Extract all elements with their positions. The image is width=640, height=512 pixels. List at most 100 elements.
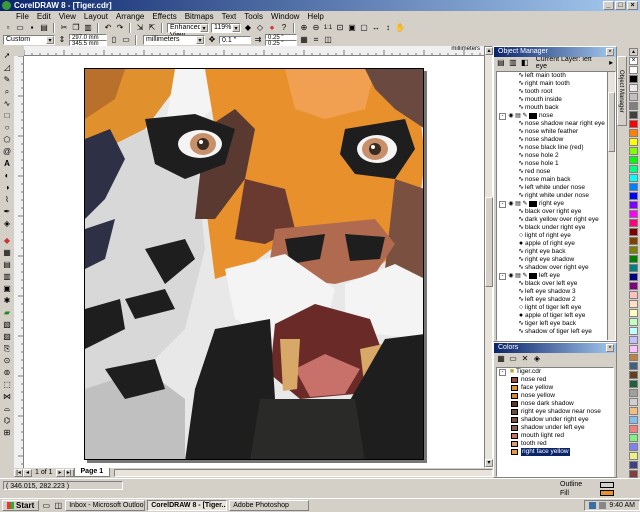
palette-swatch[interactable] — [629, 263, 638, 272]
palette-swatch[interactable] — [629, 245, 638, 254]
zoom-out-icon[interactable]: ⊖ — [311, 23, 321, 33]
palette-swatch[interactable] — [629, 254, 638, 263]
palette-swatch[interactable] — [629, 66, 638, 74]
palette-swatch[interactable] — [629, 119, 638, 128]
print-icon[interactable]: ▤ — [515, 273, 521, 279]
shape-tool-icon[interactable]: ◿ — [2, 62, 13, 73]
color-styles-icon[interactable]: ◈ — [532, 354, 542, 364]
cut-icon[interactable]: ✂ — [59, 23, 69, 33]
contour-icon[interactable]: ⊚ — [2, 367, 13, 378]
pan-icon[interactable]: ✋ — [395, 23, 405, 33]
snap-to-guidelines-icon[interactable]: ⌗ — [311, 35, 321, 45]
object-tree-scrollbar[interactable] — [607, 72, 615, 340]
maximize-button[interactable]: □ — [615, 1, 626, 10]
palette-swatch[interactable] — [629, 272, 638, 281]
palette-swatch[interactable] — [629, 218, 638, 227]
color-style-row[interactable]: right face yellow — [497, 448, 613, 456]
palette-swatch[interactable] — [629, 443, 638, 452]
snap-to-objects-icon[interactable]: ◫ — [323, 35, 333, 45]
scroll-up-icon[interactable]: ▴ — [485, 47, 493, 55]
scrapbook-icon[interactable]: ▰ — [2, 307, 13, 318]
vertical-scrollbar[interactable]: ▴ ▾ — [484, 46, 493, 468]
symbols-icon[interactable]: ✱ — [2, 295, 13, 306]
export-icon[interactable]: ⇱ — [147, 23, 157, 33]
object-row[interactable]: ∿ right main tooth — [497, 80, 615, 88]
zoom-selected-icon[interactable]: ⊡ — [335, 23, 345, 33]
menu-help[interactable]: Help — [303, 11, 327, 22]
object-row[interactable]: ∿ left eye shadow 2 — [497, 296, 615, 304]
zoom-tool-icon[interactable]: ⌕ — [2, 86, 13, 97]
palette-swatch[interactable] — [629, 461, 638, 470]
task-photoshop[interactable]: Adobe Photoshop — [229, 500, 310, 511]
view-manager-icon[interactable]: ▨ — [2, 331, 13, 342]
palette-swatch[interactable] — [629, 380, 638, 389]
undo-icon[interactable]: ↶ — [103, 23, 113, 33]
object-row[interactable]: ∿ right white under nose — [497, 192, 615, 200]
object-row[interactable]: ∿ nose hole 2 — [497, 152, 615, 160]
color-style-row[interactable]: shadow under left eye — [497, 424, 613, 432]
chevron-down-icon[interactable]: ▾ — [200, 24, 208, 32]
lock-icon[interactable]: ✎ — [522, 201, 528, 207]
script-icon[interactable]: ⎘ — [2, 343, 13, 354]
lock-icon[interactable]: ✎ — [522, 273, 528, 279]
zoom-width-icon[interactable]: ↔ — [371, 23, 381, 33]
chevron-right-icon[interactable]: ▸ — [606, 58, 616, 68]
envelope-icon[interactable]: ⌓ — [2, 403, 13, 414]
palette-swatch[interactable] — [629, 137, 638, 146]
object-row[interactable]: ∿ nose white feather — [497, 128, 615, 136]
clock[interactable]: 9:40 AM — [609, 501, 635, 510]
palette-swatch[interactable] — [629, 92, 638, 101]
colors-root[interactable]: - ■ Tiger.cdr — [497, 368, 613, 376]
palette-swatch[interactable] — [629, 335, 638, 344]
drawing-canvas[interactable] — [24, 56, 484, 468]
tray-network-icon[interactable] — [589, 502, 597, 509]
object-row[interactable]: ∿ tooth root — [497, 88, 615, 96]
new-layer-icon[interactable]: ▤ — [496, 58, 506, 68]
object-row[interactable]: ∿ left white under nose — [497, 184, 615, 192]
vertical-ruler[interactable] — [14, 56, 24, 468]
new-icon[interactable]: ▫ — [3, 23, 13, 33]
open-icon[interactable]: ▭ — [15, 23, 25, 33]
object-row[interactable]: ∿ right eye back — [497, 248, 615, 256]
collapse-icon[interactable]: - — [499, 200, 506, 208]
pick-tool-icon[interactable]: ➚ — [2, 50, 13, 61]
rectangle-tool-icon[interactable]: □ — [2, 110, 13, 121]
units-select[interactable]: millimeters ▾ — [143, 35, 205, 45]
new-folder-icon[interactable]: ▭ — [508, 354, 518, 364]
freehand-tool-icon[interactable]: ∿ — [2, 98, 13, 109]
palette-swatch[interactable] — [629, 407, 638, 416]
corel-tutor-icon[interactable]: ◇ — [255, 23, 265, 33]
group-color-icon[interactable] — [529, 273, 537, 279]
layers-icon[interactable]: ▧ — [2, 319, 13, 330]
grid-icon[interactable]: ▤ — [2, 259, 13, 270]
next-page-icon[interactable]: ▸ — [55, 468, 65, 477]
palette-swatch[interactable] — [629, 434, 638, 443]
layer-manager-view-icon[interactable]: ◧ — [520, 58, 530, 68]
color-style-row[interactable]: mouth light red — [497, 432, 613, 440]
color-style-row[interactable]: face yellow — [497, 384, 613, 392]
palette-swatch[interactable] — [629, 236, 638, 245]
collapse-icon[interactable]: - — [499, 368, 506, 376]
outline-tool-icon[interactable]: ✒ — [2, 206, 13, 217]
zoom-height-icon[interactable]: ↕ — [383, 23, 393, 33]
palette-swatch[interactable] — [629, 83, 638, 92]
paste-icon[interactable]: ▥ — [83, 23, 93, 33]
first-page-icon[interactable]: |◂ — [14, 468, 23, 477]
eye-icon[interactable]: ◉ — [508, 273, 514, 279]
menu-tools[interactable]: Tools — [240, 11, 267, 22]
palette-swatch[interactable] — [629, 227, 638, 236]
color-style-row[interactable]: tooth red — [497, 440, 613, 448]
tray-volume-icon[interactable] — [599, 502, 607, 509]
zoom-in-icon[interactable]: ⊕ — [299, 23, 309, 33]
palette-swatch[interactable] — [629, 452, 638, 461]
color-style-row[interactable]: nose dark shadow — [497, 400, 613, 408]
clipart-icon[interactable]: ▣ — [2, 283, 13, 294]
fill-tool-icon[interactable]: ◈ — [2, 218, 13, 229]
object-tree-scroll-thumb[interactable] — [608, 92, 615, 152]
palette-swatch[interactable] — [629, 398, 638, 407]
landscape-icon[interactable]: ▭ — [121, 35, 131, 45]
object-row[interactable]: ○ light of right eye — [497, 232, 615, 240]
object-row[interactable]: ∿ nose shadow near right eye — [497, 120, 615, 128]
transparency-tool-icon[interactable]: ◑ — [2, 182, 13, 193]
object-row[interactable]: ∿ shadow over right eye — [497, 264, 615, 272]
